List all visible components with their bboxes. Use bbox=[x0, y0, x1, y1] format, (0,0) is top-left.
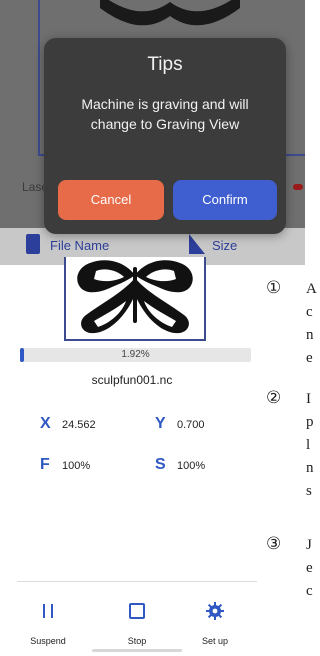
note-1-line-1: A bbox=[306, 281, 317, 297]
file-name: sculpfun001.nc bbox=[91, 373, 173, 387]
modal-message: Machine is graving and will change to Gr… bbox=[81, 96, 249, 132]
feed-value: 100% bbox=[62, 460, 91, 472]
x-axis-label: X bbox=[40, 415, 51, 432]
gear-icon bbox=[206, 602, 224, 620]
note-3-line-2: e bbox=[306, 560, 313, 576]
note-2-line-5: s bbox=[306, 483, 312, 499]
note-2-line-4: n bbox=[306, 460, 314, 476]
size-label[interactable]: Size bbox=[212, 238, 237, 253]
y-coordinate: Y 0.700 bbox=[155, 415, 205, 433]
suspend-label: Suspend bbox=[30, 636, 66, 646]
note-1-line-4: e bbox=[306, 350, 313, 366]
y-axis-label: Y bbox=[155, 415, 166, 432]
y-value: 0.700 bbox=[177, 419, 205, 431]
suspend-button[interactable]: Suspend bbox=[18, 601, 78, 646]
x-value: 24.562 bbox=[62, 419, 96, 431]
home-indicator[interactable] bbox=[92, 649, 182, 652]
setup-button[interactable]: Set up bbox=[185, 601, 245, 646]
note-2-number: ② bbox=[266, 388, 282, 407]
note-3-number: ③ bbox=[266, 534, 282, 553]
tips-dialog-screenshot: Lase File Name Size Tips Machine is grav… bbox=[0, 0, 305, 265]
note-3-line-1: J bbox=[306, 537, 312, 553]
tips-modal: Tips Machine is graving and will change … bbox=[44, 38, 286, 234]
stop-icon bbox=[129, 603, 145, 619]
pause-icon bbox=[43, 604, 53, 618]
progress-percent: 1.92% bbox=[121, 349, 150, 360]
spindle-power: S 100% bbox=[155, 456, 205, 474]
cancel-button[interactable]: Cancel bbox=[58, 180, 164, 220]
ruler-icon bbox=[189, 234, 205, 254]
laser-power-slider-thumb[interactable] bbox=[293, 184, 303, 190]
note-2-line-1: I bbox=[306, 391, 311, 407]
file-icon bbox=[26, 234, 40, 254]
stop-label: Stop bbox=[127, 636, 147, 646]
note-3-line-3: c bbox=[306, 583, 313, 599]
spindle-value: 100% bbox=[177, 460, 206, 472]
graving-view-screen: 1.92% sculpfun001.nc X 24.562 Y 0.700 F 100… bbox=[0, 257, 264, 656]
toolbar-divider bbox=[17, 581, 257, 582]
butterfly-artwork bbox=[77, 260, 193, 334]
spindle-label: S bbox=[155, 456, 166, 473]
engrave-preview bbox=[64, 257, 206, 341]
note-2-line-3: l bbox=[306, 437, 311, 453]
stop-button[interactable]: Stop bbox=[107, 601, 167, 646]
note-2-line-2: p bbox=[306, 414, 314, 430]
feed-label: F bbox=[40, 456, 50, 473]
note-1-number: ① bbox=[266, 278, 282, 297]
progress-bar: 1.92% bbox=[20, 348, 251, 362]
x-coordinate: X 24.562 bbox=[40, 415, 96, 433]
confirm-button[interactable]: Confirm bbox=[173, 180, 277, 220]
setup-label: Set up bbox=[201, 636, 229, 646]
note-1-line-2: c bbox=[306, 304, 313, 320]
note-1-line-3: n bbox=[306, 327, 314, 343]
feed-rate: F 100% bbox=[40, 456, 90, 474]
file-name-label[interactable]: File Name bbox=[50, 238, 109, 253]
modal-title: Tips bbox=[147, 54, 183, 75]
